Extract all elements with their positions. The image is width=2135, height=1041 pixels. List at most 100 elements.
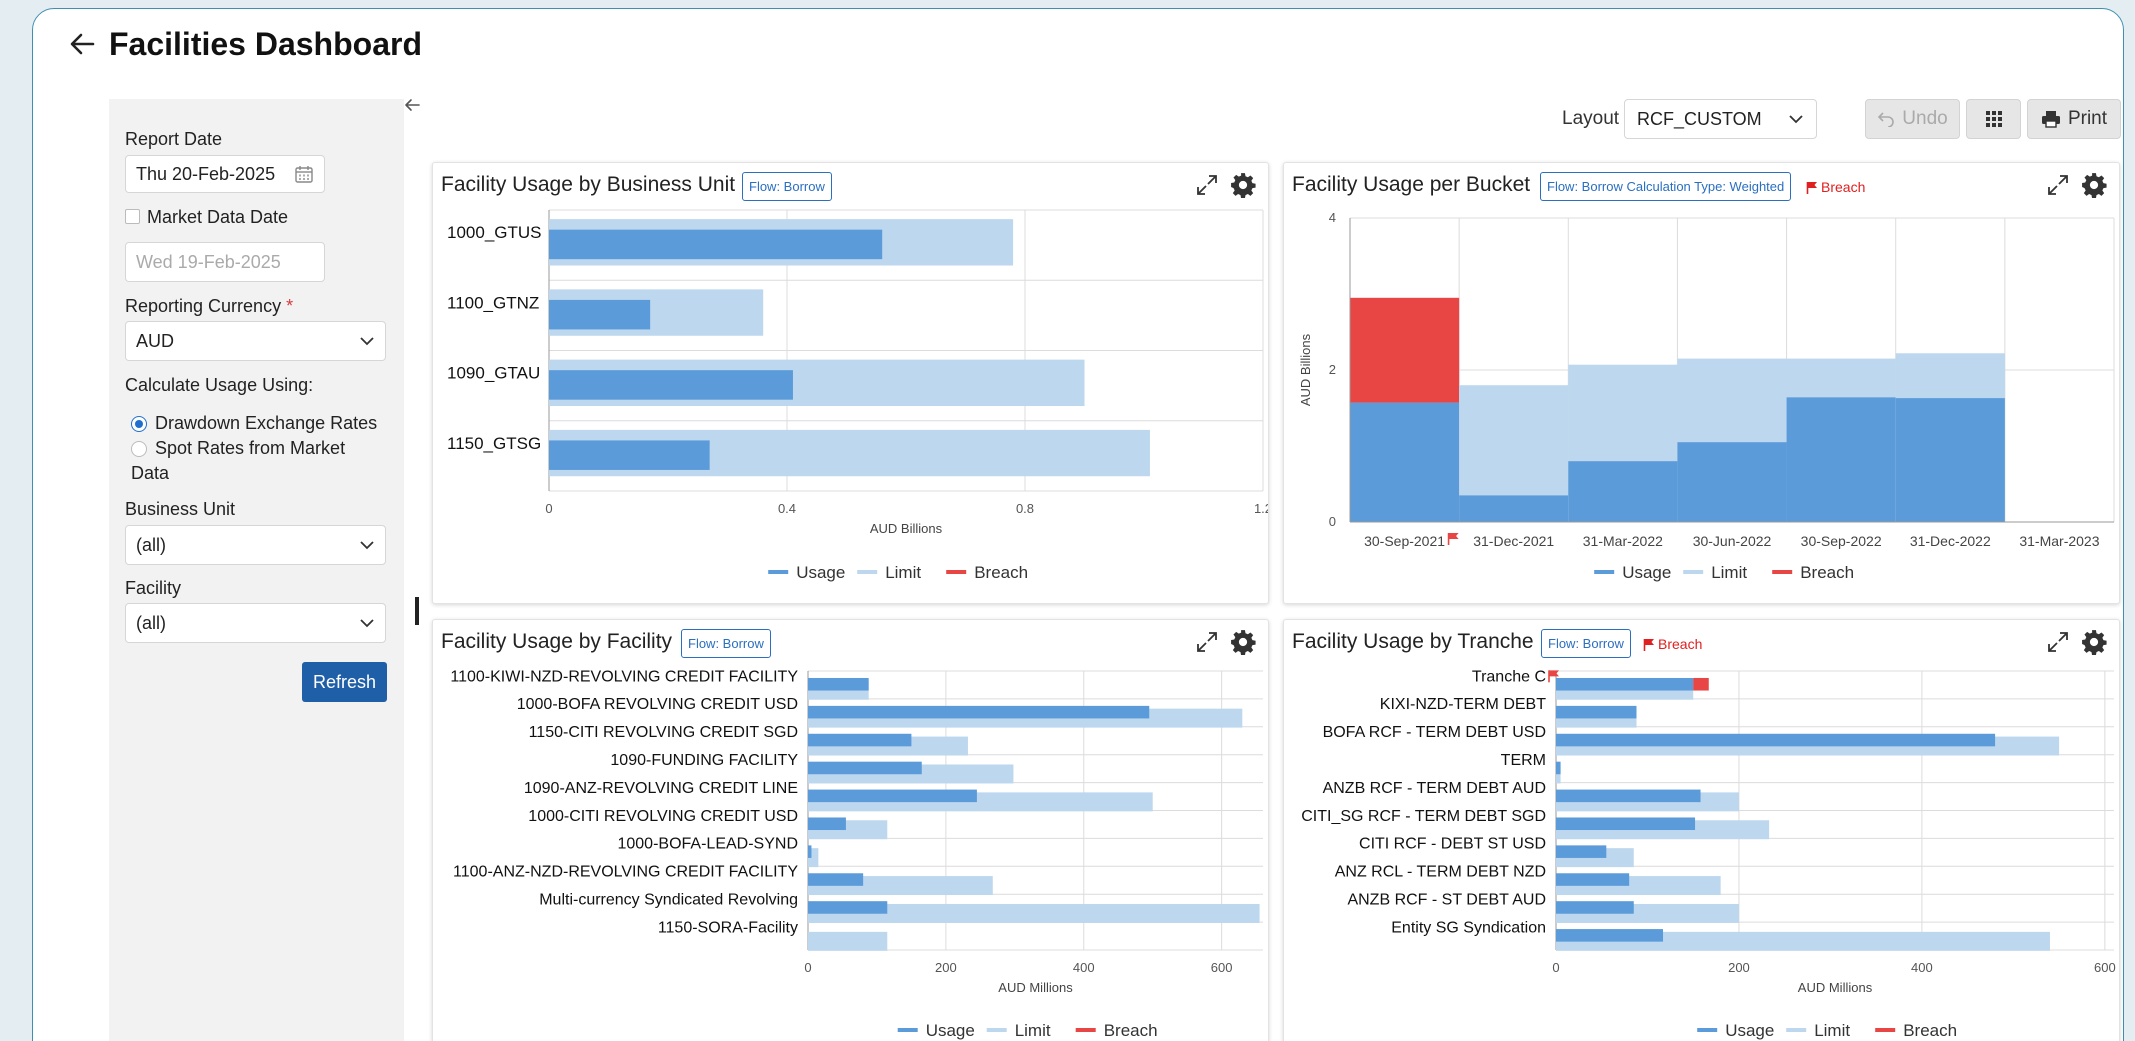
legend-item-breach: Breach: [1104, 1021, 1158, 1040]
calendar-icon[interactable]: [294, 164, 314, 184]
layout-label: Layout: [1562, 108, 1620, 129]
legend-swatch: [1786, 1028, 1807, 1032]
undo-button[interactable]: Undo: [1865, 99, 1960, 139]
market-data-date-field[interactable]: Wed 19-Feb-2025: [125, 242, 325, 282]
legend-swatch: [1075, 1028, 1096, 1032]
layout-value: RCF_CUSTOM: [1637, 108, 1762, 129]
category-label: BOFA RCF - TERM DEBT USD: [1323, 724, 1546, 741]
print-button[interactable]: Print: [2027, 99, 2121, 139]
y-tick-label: 0: [1329, 514, 1336, 529]
business-unit-label: Business Unit: [125, 499, 236, 519]
market-data-date-checkbox[interactable]: [125, 209, 140, 224]
x-tick-label: 400: [1911, 960, 1933, 975]
collapse-sidebar-icon[interactable]: [402, 95, 422, 115]
calc-usage-label: Calculate Usage Using:: [125, 375, 314, 395]
undo-icon: [1878, 112, 1895, 127]
x-tick-label: 0: [545, 501, 552, 516]
legend-item-usage: Usage: [1622, 563, 1671, 582]
usage-bar: [1556, 677, 1694, 691]
spot-rates-radio-label-cont: Data: [131, 463, 170, 483]
usage-area: [1459, 495, 1569, 522]
drawdown-radio-label: Drawdown Exchange Rates: [155, 413, 378, 433]
x-tick-label: 200: [935, 960, 957, 975]
drawdown-radio[interactable]: [131, 416, 147, 432]
reporting-currency-select[interactable]: AUD: [125, 321, 386, 361]
category-label: 1000_GTUS: [447, 223, 542, 242]
x-axis-label: AUD Millions: [998, 980, 1073, 995]
chevron-down-icon: [360, 337, 374, 346]
limit-bar: [808, 931, 888, 951]
legend-swatch: [1594, 570, 1615, 574]
usage-bar: [808, 761, 922, 775]
category-label: CITI RCF - DEBT ST USD: [1359, 836, 1546, 853]
chart-usage-by-business-unit: 0 0.4 0.8 1.2 1000_GTUS 1100_GTNZ 1090_GTAU 115…: [447, 209, 1269, 582]
legend-item-limit: Limit: [1814, 1021, 1850, 1040]
back-arrow-icon[interactable]: [68, 30, 96, 58]
facility-label: Facility: [125, 578, 182, 598]
business-unit-select[interactable]: (all): [125, 525, 386, 565]
usage-bar: [808, 845, 812, 858]
breach-bar: [1693, 677, 1709, 691]
category-label: 1150-CITI REVOLVING CREDIT SGD: [529, 724, 798, 741]
usage-area: [1677, 442, 1787, 522]
legend-item-breach: Breach: [1903, 1021, 1957, 1040]
category-label: 1000-CITI REVOLVING CREDIT USD: [528, 808, 798, 825]
print-label: Print: [2067, 108, 2108, 129]
category-label: 1090-FUNDING FACILITY: [610, 752, 798, 769]
report-date-value: Thu 20-Feb-2025: [136, 163, 276, 184]
legend-swatch: [986, 1028, 1007, 1032]
chevron-down-icon: [1789, 115, 1803, 124]
x-tick-label: 0: [804, 960, 811, 975]
reporting-currency-value: AUD: [136, 330, 175, 351]
refresh-button[interactable]: Refresh: [302, 662, 387, 702]
category-label: Tranche C: [1472, 668, 1546, 685]
breach-flag-icon: [1549, 670, 1559, 677]
category-label: 1100-ANZ-NZD-REVOLVING CREDIT FACILITY: [453, 864, 798, 881]
facility-select[interactable]: (all): [125, 603, 386, 643]
usage-bar: [808, 873, 864, 886]
market-data-date-label: Market Data Date: [147, 207, 289, 227]
x-tick-label: 31-Mar-2023: [2019, 533, 2099, 549]
usage-bar: [1556, 705, 1637, 719]
usage-bar: [808, 733, 912, 747]
x-axis-label: AUD Billions: [870, 521, 943, 536]
panel-usage-by-facility: Facility Usage by Facility Flow: Borrow …: [432, 619, 1269, 1041]
x-tick-label: 30-Jun-2022: [1693, 533, 1772, 549]
x-tick-label: 600: [1211, 960, 1233, 975]
usage-bar: [808, 677, 869, 691]
required-mark: *: [286, 296, 294, 316]
report-date-label: Report Date: [125, 129, 223, 149]
usage-bar: [1556, 901, 1634, 914]
usage-bar: [1556, 761, 1561, 775]
spot-rates-radio[interactable]: [131, 441, 147, 457]
legend-swatch: [1772, 570, 1793, 574]
layout-select[interactable]: RCF_CUSTOM: [1624, 99, 1817, 139]
usage-area: [1786, 397, 1896, 522]
x-axis-label: AUD Millions: [1798, 980, 1873, 995]
printer-icon: [2041, 111, 2060, 128]
usage-bar: [808, 817, 846, 831]
business-unit-value: (all): [136, 534, 166, 555]
x-tick-label: 31-Dec-2021: [1473, 533, 1554, 549]
filter-sidebar: Report Date Thu 20-Feb-2025 Market Data …: [109, 99, 404, 1041]
breach-flag-icon: [1448, 533, 1459, 539]
usage-bar: [549, 299, 651, 330]
usage-bar: [808, 705, 1150, 719]
chart-usage-by-facility: 0 200 400 600 1100-KIWI-NZD-REVOLVING CREDIT…: [450, 668, 1263, 1040]
chart-usage-by-tranche: 0 200 400 600 Tranche C KIXI-NZD-TERM DEBT BOF…: [1301, 668, 2115, 1040]
usage-bar: [1556, 845, 1607, 858]
legend-swatch: [857, 570, 878, 574]
usage-bar: [549, 370, 793, 400]
legend-swatch: [768, 570, 789, 574]
usage-bar: [1556, 733, 1996, 747]
grid-layout-button[interactable]: [1966, 99, 2021, 139]
x-tick-label: 1.2: [1254, 501, 1269, 516]
x-tick-label: 30-Sep-2022: [1801, 533, 1882, 549]
resize-handle[interactable]: [415, 597, 419, 625]
report-date-field[interactable]: Thu 20-Feb-2025: [125, 155, 325, 193]
undo-label: Undo: [1902, 108, 1948, 129]
category-label: KIXI-NZD-TERM DEBT: [1380, 696, 1546, 713]
legend-swatch: [1683, 570, 1704, 574]
y-axis-label: AUD Billions: [1298, 333, 1313, 406]
x-tick-label: 31-Mar-2022: [1583, 533, 1663, 549]
